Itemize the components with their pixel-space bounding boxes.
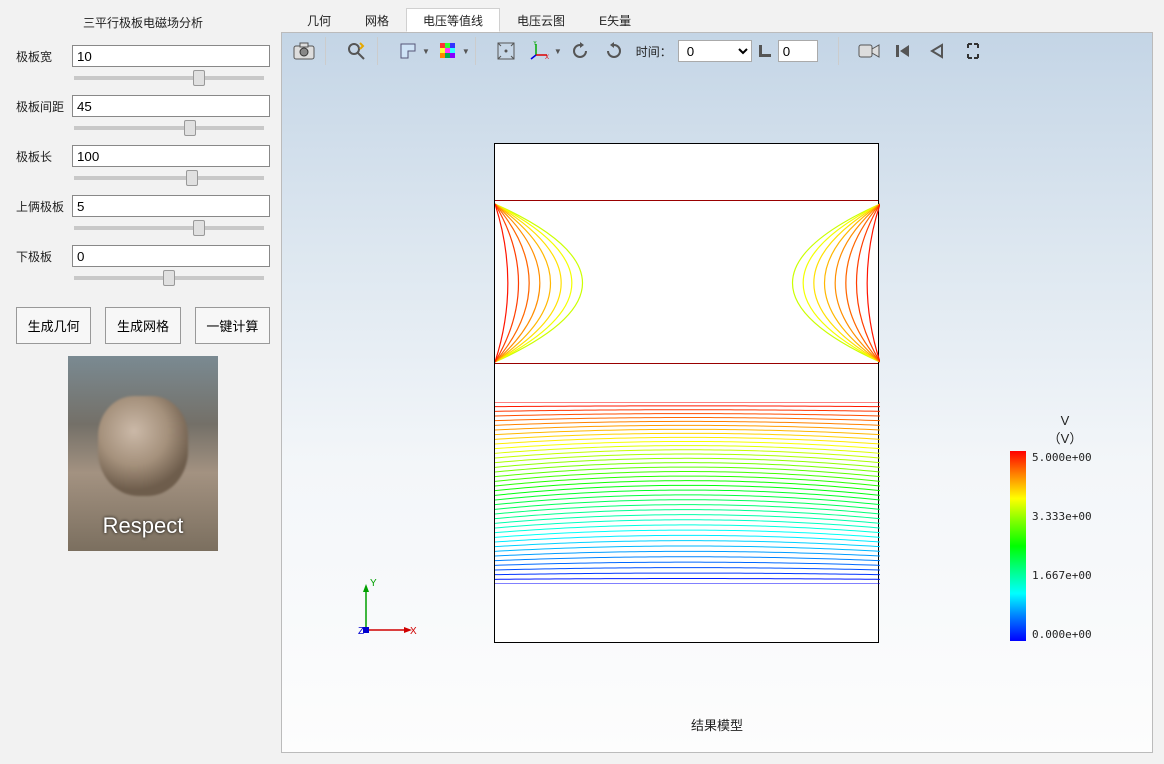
zoom-auto-icon[interactable] [340, 36, 372, 66]
parameter-panel: 三平行极板电磁场分析 极板宽 极板间距 极板长 上俩极板 下极板 生成几何 [8, 8, 278, 756]
lower-gap-contours [495, 402, 878, 584]
colorbar-tick: 3.333e+00 [1032, 510, 1092, 523]
tab-e-vector[interactable]: E矢量 [582, 8, 648, 32]
colorbar-tick: 5.000e+00 [1032, 451, 1092, 464]
colorbar-unit: （V） [1048, 431, 1083, 446]
colorbar-var: V [1061, 413, 1070, 428]
label-upper-plate-v: 上俩极板 [16, 198, 72, 215]
colorbar-tick: 1.667e+00 [1032, 569, 1092, 582]
svg-text:X: X [545, 55, 549, 61]
slider-plate-width[interactable] [74, 76, 264, 80]
colorbar: V （V） 5.000e+00 3.333e+00 1.667e+00 0.000… [1010, 413, 1120, 641]
rotate-ccw-icon[interactable] [564, 36, 596, 66]
slider-plate-gap[interactable] [74, 126, 264, 130]
colorbar-gradient [1010, 451, 1026, 641]
fit-view-icon[interactable] [490, 36, 522, 66]
slider-upper-plate-v[interactable] [74, 226, 264, 230]
label-plate-length: 极板长 [16, 148, 72, 165]
time-step-icon[interactable] [754, 36, 776, 66]
panel-title: 三平行极板电磁场分析 [16, 8, 270, 41]
plot-zone[interactable]: Y X Z V （V） 5.000e+00 3.333e+00 1.667e+00… [294, 73, 1140, 740]
input-upper-plate-v[interactable] [72, 195, 270, 217]
meme-caption: Respect [103, 513, 184, 539]
frame-input[interactable] [778, 40, 818, 62]
tab-voltage-cloud[interactable]: 电压云图 [500, 8, 582, 32]
tab-voltage-contours[interactable]: 电压等值线 [406, 8, 500, 32]
input-plate-length[interactable] [72, 145, 270, 167]
snapshot-icon[interactable] [288, 36, 320, 66]
generate-mesh-button[interactable]: 生成网格 [105, 307, 180, 344]
input-lower-plate-v[interactable] [72, 245, 270, 267]
rotate-cw-icon[interactable] [598, 36, 630, 66]
axis-x-label: X [410, 626, 417, 637]
label-lower-plate-v: 下极板 [16, 248, 72, 265]
axis-y-label: Y [370, 578, 377, 589]
upper-gap-contours [495, 200, 878, 364]
viewer-tabs: 几何 网格 电压等值线 电压云图 E矢量 [290, 8, 1156, 32]
input-plate-width[interactable] [72, 45, 270, 67]
select-mode-icon[interactable] [392, 36, 424, 66]
color-cube-icon[interactable] [432, 36, 464, 66]
axis-z-label: Z [358, 626, 364, 637]
slider-lower-plate-v[interactable] [74, 276, 264, 280]
viewer: ▼ ▼ YX ▼ 时间： 0 [281, 32, 1153, 753]
axis-triad-icon[interactable]: YX [524, 36, 556, 66]
slider-plate-length[interactable] [74, 176, 264, 180]
label-plate-width: 极板宽 [16, 48, 72, 65]
colorbar-tick: 0.000e+00 [1032, 628, 1092, 641]
compute-button[interactable]: 一键计算 [195, 307, 270, 344]
time-select[interactable]: 0 [678, 40, 752, 62]
label-plate-gap: 极板间距 [16, 98, 72, 115]
prev-frame-icon[interactable] [921, 36, 953, 66]
first-frame-icon[interactable] [887, 36, 919, 66]
tab-mesh[interactable]: 网格 [348, 8, 406, 32]
input-plate-gap[interactable] [72, 95, 270, 117]
expand-icon[interactable] [957, 36, 989, 66]
record-icon[interactable] [853, 36, 885, 66]
dropdown-caret-icon[interactable]: ▼ [422, 47, 430, 56]
svg-text:Y: Y [533, 41, 537, 47]
viewer-toolbar: ▼ ▼ YX ▼ 时间： 0 [282, 33, 1152, 69]
dropdown-caret-icon[interactable]: ▼ [554, 47, 562, 56]
time-label: 时间： [632, 43, 676, 60]
result-title: 结果模型 [294, 715, 1140, 734]
model-frame [494, 143, 879, 643]
meme-image: Respect [16, 356, 270, 551]
tab-geometry[interactable]: 几何 [290, 8, 348, 32]
viewer-panel: 几何 网格 电压等值线 电压云图 E矢量 ▼ [278, 8, 1156, 756]
dropdown-caret-icon[interactable]: ▼ [462, 47, 470, 56]
generate-geometry-button[interactable]: 生成几何 [16, 307, 91, 344]
